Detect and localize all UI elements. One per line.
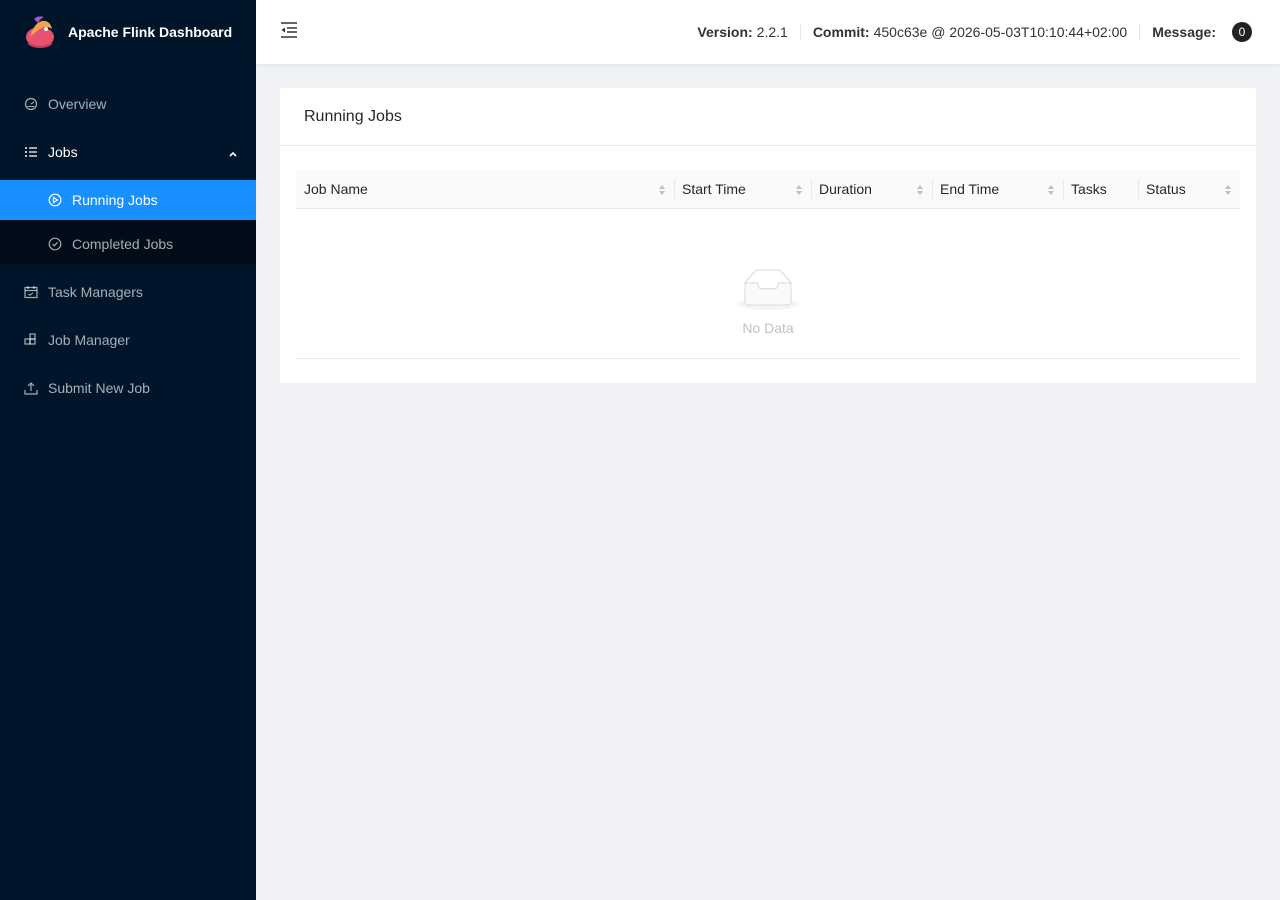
column-header-end-time[interactable]: End Time	[932, 170, 1063, 209]
build-icon	[24, 333, 38, 347]
menu-fold-icon[interactable]	[280, 21, 298, 39]
sidebar-item-task-managers[interactable]: Task Managers	[0, 268, 256, 316]
column-label: Start Time	[682, 180, 746, 197]
commit-value: 450c63e @ 2026-05-03T10:10:44+02:00	[873, 24, 1128, 40]
version-label: Version:	[697, 24, 753, 40]
check-circle-icon	[48, 237, 62, 251]
commit-info: Commit: 450c63e @ 2026-05-03T10:10:44+02…	[799, 24, 1139, 40]
sidebar-item-label: Task Managers	[48, 284, 143, 300]
jobs-submenu: Running Jobs Completed Jobs	[0, 180, 256, 264]
sidebar-item-running-jobs[interactable]: Running Jobs	[0, 180, 256, 220]
table-header-row: Job Name Start Time Duration End Time Ta…	[296, 170, 1240, 209]
message-label: Message:	[1152, 24, 1216, 40]
empty-state: No Data	[296, 231, 1240, 336]
column-label: Job Name	[304, 180, 368, 197]
sidebar-item-jobs[interactable]: Jobs	[0, 128, 256, 176]
sidebar-item-job-manager[interactable]: Job Manager	[0, 316, 256, 364]
column-label: Duration	[819, 180, 872, 197]
message-info[interactable]: Message: 0	[1139, 22, 1264, 42]
play-circle-icon	[48, 193, 62, 207]
sidebar-item-label: Job Manager	[48, 332, 130, 348]
message-count-badge[interactable]: 0	[1232, 22, 1252, 42]
sidebar-item-label: Overview	[48, 96, 107, 112]
empty-inbox-icon	[736, 269, 800, 310]
sort-icon[interactable]	[1224, 183, 1232, 195]
sidebar-item-completed-jobs[interactable]: Completed Jobs	[0, 224, 256, 264]
logo-area[interactable]: Apache Flink Dashboard	[0, 0, 256, 64]
version-value: 2.2.1	[756, 24, 788, 40]
header-info: Version: 2.2.1 Commit: 450c63e @ 2026-05…	[685, 0, 1264, 64]
empty-row: No Data	[296, 208, 1240, 359]
column-header-start-time[interactable]: Start Time	[674, 170, 811, 209]
sidebar: Apache Flink Dashboard Overview Jobs Run…	[0, 0, 256, 900]
sidebar-menu: Overview Jobs Running Jobs Completed Job…	[0, 80, 256, 412]
column-header-duration[interactable]: Duration	[811, 170, 932, 209]
list-icon	[24, 145, 38, 159]
commit-label: Commit:	[812, 24, 870, 40]
app-title: Apache Flink Dashboard	[68, 24, 233, 40]
top-header: Version: 2.2.1 Commit: 450c63e @ 2026-05…	[256, 0, 1280, 64]
column-label: End Time	[940, 180, 1000, 197]
version-info: Version: 2.2.1	[685, 24, 799, 40]
sidebar-item-overview[interactable]: Overview	[0, 80, 256, 128]
flink-logo-icon	[26, 16, 54, 49]
column-header-status[interactable]: Status	[1138, 170, 1240, 209]
upload-icon	[24, 381, 38, 395]
sidebar-item-label: Submit New Job	[48, 380, 150, 396]
column-header-job-name[interactable]: Job Name	[296, 170, 674, 209]
sidebar-item-label: Completed Jobs	[72, 236, 174, 252]
jobs-table: Job Name Start Time Duration End Time Ta…	[296, 170, 1240, 359]
sort-icon[interactable]	[1047, 183, 1055, 195]
sidebar-item-submit-new-job[interactable]: Submit New Job	[0, 364, 256, 412]
sort-icon[interactable]	[658, 183, 666, 195]
column-label: Status	[1146, 180, 1186, 197]
sidebar-item-label: Jobs	[48, 144, 78, 160]
card-body: Job Name Start Time Duration End Time Ta…	[280, 146, 1256, 383]
sort-icon[interactable]	[916, 183, 924, 195]
card-title: Running Jobs	[280, 88, 1256, 146]
sort-icon[interactable]	[795, 183, 803, 195]
chevron-up-icon	[228, 146, 238, 157]
empty-text: No Data	[742, 319, 794, 336]
sidebar-item-label: Running Jobs	[72, 192, 158, 208]
schedule-icon	[24, 285, 38, 299]
empty-cell: No Data	[296, 208, 1240, 359]
column-header-tasks: Tasks	[1063, 170, 1138, 209]
running-jobs-card: Running Jobs Job Name Start Time Duratio…	[280, 88, 1256, 383]
column-label: Tasks	[1071, 180, 1107, 197]
dashboard-icon	[24, 97, 38, 111]
